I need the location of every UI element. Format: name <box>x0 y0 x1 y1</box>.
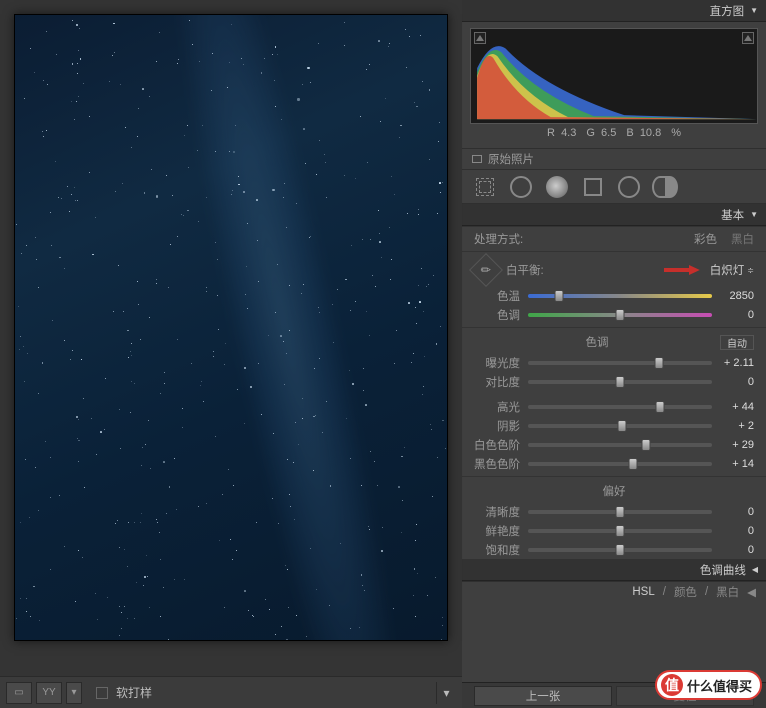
rectangle-icon <box>472 155 482 163</box>
prev-photo-button[interactable]: 上一张 <box>474 686 612 706</box>
slider-knob[interactable] <box>555 290 564 302</box>
view-mode-single-button[interactable]: ▭ <box>6 682 32 704</box>
auto-tone-button[interactable]: 自动 <box>720 335 754 350</box>
image-preview[interactable] <box>0 0 462 676</box>
chevron-left-icon: ◀ <box>747 585 756 599</box>
hsl-panel-header[interactable]: HSL/ 颜色/ 黑白 ◀ <box>462 581 766 601</box>
footer-overflow-button[interactable]: ▾ <box>436 682 456 704</box>
gradient-tool[interactable] <box>580 174 606 200</box>
vibrance-slider[interactable]: 鲜艳度 0 <box>462 521 766 540</box>
preview-canvas <box>14 14 448 641</box>
temperature-slider[interactable]: 色温 2850 <box>462 286 766 305</box>
whites-slider[interactable]: 白色色阶 + 29 <box>462 435 766 454</box>
brush-tool[interactable] <box>652 174 678 200</box>
clarity-slider[interactable]: 清晰度 0 <box>462 502 766 521</box>
chevron-down-icon: ▼ <box>750 210 758 219</box>
treatment-row: 处理方式: 彩色 黑白 <box>462 226 766 252</box>
white-balance-label: 白平衡: <box>506 262 544 278</box>
basic-panel-header[interactable]: 基本▼ <box>462 204 766 226</box>
softproof-label: 软打样 <box>116 684 152 701</box>
tonecurve-panel-header[interactable]: 色调曲线◀ <box>462 559 766 581</box>
contrast-slider[interactable]: 对比度 0 <box>462 372 766 391</box>
shadow-clipping-indicator[interactable] <box>474 32 486 44</box>
slider-knob[interactable] <box>616 506 625 518</box>
crop-tool[interactable] <box>472 174 498 200</box>
watermark-badge: 值 什么值得买 <box>655 670 762 700</box>
slider-knob[interactable] <box>656 401 665 413</box>
histogram-panel-header[interactable]: 直方图▼ <box>462 0 766 22</box>
slider-knob[interactable] <box>654 357 663 369</box>
tool-strip <box>462 170 766 204</box>
slider-knob[interactable] <box>616 525 625 537</box>
histogram-readout: R 4.3 G 6.5 B 10.8 % <box>470 124 758 142</box>
slider-knob[interactable] <box>616 544 625 556</box>
annotation-arrow <box>664 265 700 275</box>
saturation-slider[interactable]: 饱和度 0 <box>462 540 766 559</box>
tint-slider[interactable]: 色调 0 <box>462 305 766 324</box>
thumbs-up-icon: 值 <box>661 674 683 696</box>
slider-knob[interactable] <box>617 420 626 432</box>
highlights-slider[interactable]: 高光 + 44 <box>462 397 766 416</box>
histogram-svg <box>471 29 757 123</box>
view-mode-compare-button[interactable]: YY <box>36 682 62 704</box>
preview-footer: ▭ YY ▾ 软打样 ▾ <box>0 676 462 708</box>
shadows-slider[interactable]: 阴影 + 2 <box>462 416 766 435</box>
eyedropper-tool[interactable]: ✎ <box>469 253 503 287</box>
slider-knob[interactable] <box>641 439 650 451</box>
histogram-chart[interactable] <box>470 28 758 124</box>
blacks-slider[interactable]: 黑色色阶 + 14 <box>462 454 766 473</box>
treatment-color-button[interactable]: 彩色 <box>694 231 717 247</box>
slider-knob[interactable] <box>616 309 625 321</box>
slider-knob[interactable] <box>616 376 625 388</box>
slider-knob[interactable] <box>628 458 637 470</box>
view-mode-dropdown[interactable]: ▾ <box>66 682 82 704</box>
treatment-bw-button[interactable]: 黑白 <box>731 231 754 247</box>
highlight-clipping-indicator[interactable] <box>742 32 754 44</box>
radial-tool[interactable] <box>616 174 642 200</box>
softproof-checkbox[interactable] <box>96 687 108 699</box>
chevron-left-icon: ◀ <box>752 565 758 574</box>
presence-section-header: 偏好 <box>462 480 766 502</box>
redeye-tool[interactable] <box>544 174 570 200</box>
exposure-slider[interactable]: 曝光度 + 2.11 <box>462 353 766 372</box>
white-balance-preset-select[interactable]: 白炽灯≑ <box>710 262 754 278</box>
chevron-down-icon: ▼ <box>750 6 758 15</box>
original-photo-row[interactable]: 原始照片 <box>462 148 766 170</box>
tone-section-header: 色调 自动 <box>462 331 766 353</box>
spot-tool[interactable] <box>508 174 534 200</box>
white-balance-row: ✎ 白平衡: 白炽灯≑ <box>462 252 766 286</box>
